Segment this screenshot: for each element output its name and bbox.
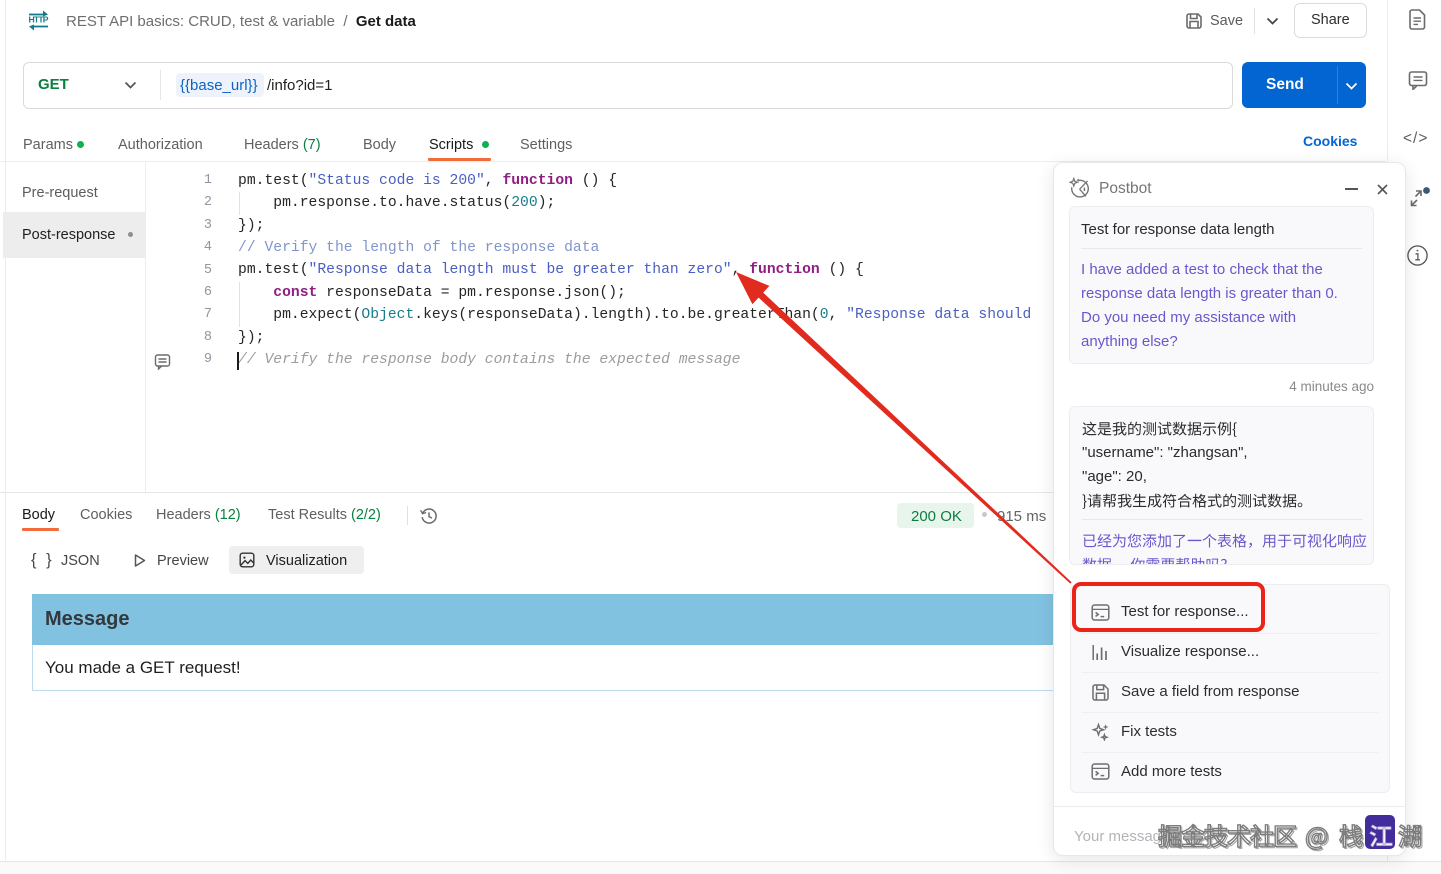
svg-text:HTTP: HTTP (29, 15, 49, 25)
